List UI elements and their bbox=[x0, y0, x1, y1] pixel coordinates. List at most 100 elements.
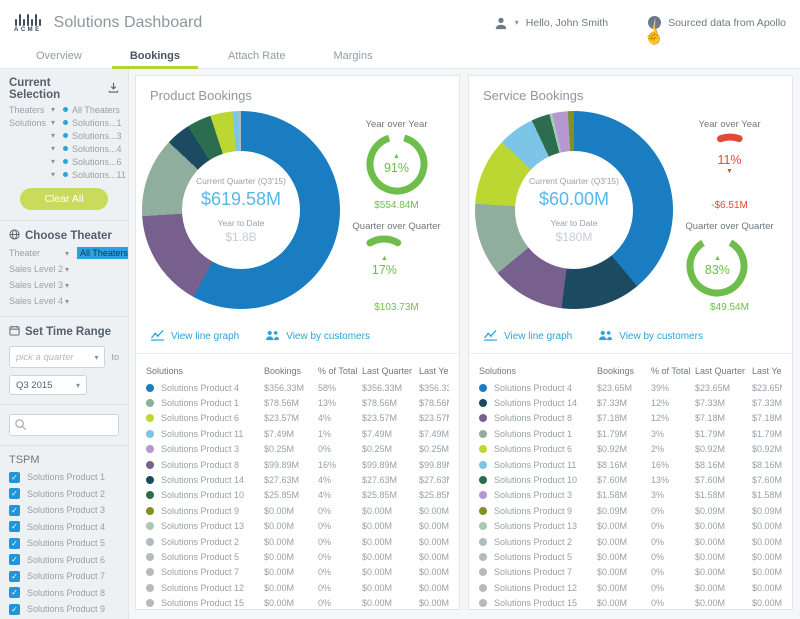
pct-of-total-value: 2% bbox=[651, 444, 691, 454]
from-quarter-placeholder: pick a quarter bbox=[16, 352, 94, 363]
table-row[interactable]: Solutions Product 8$99.89M16%$99.89M$99.… bbox=[146, 457, 449, 472]
checkbox-checked-icon[interactable]: ✓ bbox=[9, 538, 20, 549]
table-row[interactable]: Solutions Product 14$7.33M12%$7.33M$7.33… bbox=[479, 395, 782, 410]
table-row[interactable]: Solutions Product 5$0.00M0%$0.00M$0.00M bbox=[479, 549, 782, 564]
checkbox-checked-icon[interactable]: ✓ bbox=[9, 521, 20, 532]
tab-attach-rate[interactable]: Attach Rate bbox=[204, 47, 309, 68]
theater-row-sales-level-2[interactable]: Sales Level 2▾ bbox=[9, 263, 119, 275]
chevron-down-icon[interactable]: ▾ bbox=[51, 118, 63, 127]
theater-row-label: Sales Level 3 bbox=[9, 280, 65, 290]
checkbox-checked-icon[interactable]: ✓ bbox=[9, 505, 20, 516]
selection-row[interactable]: ▾Solutions...3 bbox=[9, 131, 119, 140]
selection-row[interactable]: ▾Solutions...11 bbox=[9, 170, 119, 179]
to-quarter-dropdown[interactable]: Q3 2015 ▾ bbox=[9, 375, 87, 395]
table-row[interactable]: Solutions Product 8$7.18M12%$7.18M$7.18M bbox=[479, 411, 782, 426]
chevron-down-icon[interactable]: ▾ bbox=[51, 105, 63, 114]
tab-bookings[interactable]: Bookings bbox=[106, 47, 204, 68]
clear-all-button[interactable]: Clear All bbox=[20, 188, 108, 210]
solution-name-cell: Solutions Product 6 bbox=[479, 444, 593, 454]
selection-row-label: Theaters bbox=[9, 105, 51, 115]
last-year-value: $0.09M bbox=[752, 506, 782, 516]
tspm-item-solutions-product-2[interactable]: ✓Solutions Product 2 bbox=[9, 488, 119, 499]
table-row[interactable]: Solutions Product 3$0.25M0%$0.25M$0.25M bbox=[146, 442, 449, 457]
user-icon[interactable] bbox=[494, 16, 508, 30]
chevron-down-icon[interactable]: ▾ bbox=[65, 281, 77, 290]
table-row[interactable]: Solutions Product 4$356.33M58%$356.33M$3… bbox=[146, 380, 449, 395]
table-row[interactable]: Solutions Product 7$0.00M0%$0.00M$0.00M bbox=[146, 565, 449, 580]
view-line-graph-link[interactable]: View line graph bbox=[150, 329, 239, 344]
tspm-item-solutions-product-8[interactable]: ✓Solutions Product 8 bbox=[9, 587, 119, 598]
tspm-item-solutions-product-9[interactable]: ✓Solutions Product 9 bbox=[9, 604, 119, 615]
bookings-value: $0.00M bbox=[597, 552, 647, 562]
table-row[interactable]: Solutions Product 12$0.00M0%$0.00M$0.00M bbox=[146, 580, 449, 595]
tspm-item-solutions-product-6[interactable]: ✓Solutions Product 6 bbox=[9, 554, 119, 565]
table-row[interactable]: Solutions Product 13$0.00M0%$0.00M$0.00M bbox=[146, 519, 449, 534]
table-row[interactable]: Solutions Product 1$78.56M13%$78.56M$78.… bbox=[146, 395, 449, 410]
line-graph-icon bbox=[150, 329, 165, 344]
tspm-item-solutions-product-5[interactable]: ✓Solutions Product 5 bbox=[9, 538, 119, 549]
checkbox-checked-icon[interactable]: ✓ bbox=[9, 571, 20, 582]
chevron-down-icon[interactable]: ▾ bbox=[51, 157, 63, 166]
chevron-down-icon[interactable]: ▾ bbox=[51, 170, 63, 179]
table-row[interactable]: Solutions Product 5$0.00M0%$0.00M$0.00M bbox=[146, 549, 449, 564]
table-row[interactable]: Solutions Product 3$1.58M3%$1.58M$1.58M bbox=[479, 488, 782, 503]
table-row[interactable]: Solutions Product 2$0.00M0%$0.00M$0.00M bbox=[146, 534, 449, 549]
selection-row[interactable]: ▾Solutions...6 bbox=[9, 157, 119, 166]
tab-margins[interactable]: Margins bbox=[309, 47, 396, 68]
table-row[interactable]: Solutions Product 4$23.65M39%$23.65M$23.… bbox=[479, 380, 782, 395]
user-menu-caret-icon[interactable]: ▾ bbox=[515, 18, 519, 27]
table-header-row: SolutionsBookings% of TotalLast QuarterL… bbox=[479, 361, 782, 380]
table-row[interactable]: Solutions Product 15$0.00M0%$0.00M$0.00M bbox=[146, 595, 449, 609]
checkbox-checked-icon[interactable]: ✓ bbox=[9, 472, 20, 483]
chevron-down-icon[interactable]: ▾ bbox=[65, 249, 77, 258]
checkbox-checked-icon[interactable]: ✓ bbox=[9, 604, 20, 615]
view-line-graph-link[interactable]: View line graph bbox=[483, 329, 572, 344]
selection-row[interactable]: Theaters▾All Theaters bbox=[9, 105, 119, 114]
checkbox-checked-icon[interactable]: ✓ bbox=[9, 587, 20, 598]
table-row[interactable]: Solutions Product 13$0.00M0%$0.00M$0.00M bbox=[479, 519, 782, 534]
download-icon[interactable] bbox=[108, 82, 119, 96]
table-row[interactable]: Solutions Product 11$8.16M16%$8.16M$8.16… bbox=[479, 457, 782, 472]
table-row[interactable]: Solutions Product 15$0.00M0%$0.00M$0.00M bbox=[479, 595, 782, 609]
calendar-icon bbox=[9, 325, 20, 339]
tspm-item-solutions-product-4[interactable]: ✓Solutions Product 4 bbox=[9, 521, 119, 532]
solution-name-cell: Solutions Product 3 bbox=[479, 490, 593, 500]
chevron-down-icon[interactable]: ▾ bbox=[51, 131, 63, 140]
tab-overview[interactable]: Overview bbox=[12, 47, 106, 68]
table-row[interactable]: Solutions Product 11$7.49M1%$7.49M$7.49M bbox=[146, 426, 449, 441]
theater-row-theater[interactable]: Theater▾All Theaters bbox=[9, 247, 119, 259]
theater-row-value: All Theaters bbox=[77, 247, 129, 259]
solution-name: Solutions Product 15 bbox=[494, 598, 577, 608]
chevron-down-icon[interactable]: ▾ bbox=[51, 144, 63, 153]
table-row[interactable]: Solutions Product 2$0.00M0%$0.00M$0.00M bbox=[479, 534, 782, 549]
table-row[interactable]: Solutions Product 6$23.57M4%$23.57M$23.5… bbox=[146, 411, 449, 426]
checkbox-checked-icon[interactable]: ✓ bbox=[9, 488, 20, 499]
table-row[interactable]: Solutions Product 1$1.79M3%$1.79M$1.79M bbox=[479, 426, 782, 441]
pct-of-total-value: 4% bbox=[318, 413, 358, 423]
table-row[interactable]: Solutions Product 6$0.92M2%$0.92M$0.92M bbox=[479, 442, 782, 457]
table-row[interactable]: Solutions Product 9$0.09M0%$0.09M$0.09M bbox=[479, 503, 782, 518]
tspm-item-solutions-product-7[interactable]: ✓Solutions Product 7 bbox=[9, 571, 119, 582]
chevron-down-icon[interactable]: ▾ bbox=[65, 265, 77, 274]
tspm-item-solutions-product-1[interactable]: ✓Solutions Product 1 bbox=[9, 472, 119, 483]
table-row[interactable]: Solutions Product 14$27.63M4%$27.63M$27.… bbox=[146, 472, 449, 487]
table-row[interactable]: Solutions Product 7$0.00M0%$0.00M$0.00M bbox=[479, 565, 782, 580]
view-by-customers-link[interactable]: View by customers bbox=[265, 330, 370, 344]
from-quarter-dropdown[interactable]: pick a quarter ▾ bbox=[9, 346, 105, 368]
selection-row[interactable]: Solutions▾Solutions...1 bbox=[9, 118, 119, 127]
table-row[interactable]: Solutions Product 12$0.00M0%$0.00M$0.00M bbox=[479, 580, 782, 595]
table-row[interactable]: Solutions Product 10$25.85M4%$25.85M$25.… bbox=[146, 488, 449, 503]
gauge-amount: -$6.51M bbox=[698, 200, 762, 211]
selection-row[interactable]: ▾Solutions...4 bbox=[9, 144, 119, 153]
table-row[interactable]: Solutions Product 10$7.60M13%$7.60M$7.60… bbox=[479, 472, 782, 487]
checkbox-checked-icon[interactable]: ✓ bbox=[9, 554, 20, 565]
view-by-customers-link[interactable]: View by customers bbox=[598, 330, 703, 344]
triangle-up-icon: ▲ bbox=[393, 153, 400, 160]
theater-row-sales-level-3[interactable]: Sales Level 3▾ bbox=[9, 279, 119, 291]
chevron-down-icon[interactable]: ▾ bbox=[65, 297, 77, 306]
table-row[interactable]: Solutions Product 9$0.00M0%$0.00M$0.00M bbox=[146, 503, 449, 518]
donut-chart-wrap: Current Quarter (Q3'15)$60.00MYear to Da… bbox=[475, 111, 673, 309]
legend-dot-icon bbox=[146, 522, 154, 530]
theater-row-sales-level-4[interactable]: Sales Level 4▾ bbox=[9, 295, 119, 307]
tspm-item-solutions-product-3[interactable]: ✓Solutions Product 3 bbox=[9, 505, 119, 516]
